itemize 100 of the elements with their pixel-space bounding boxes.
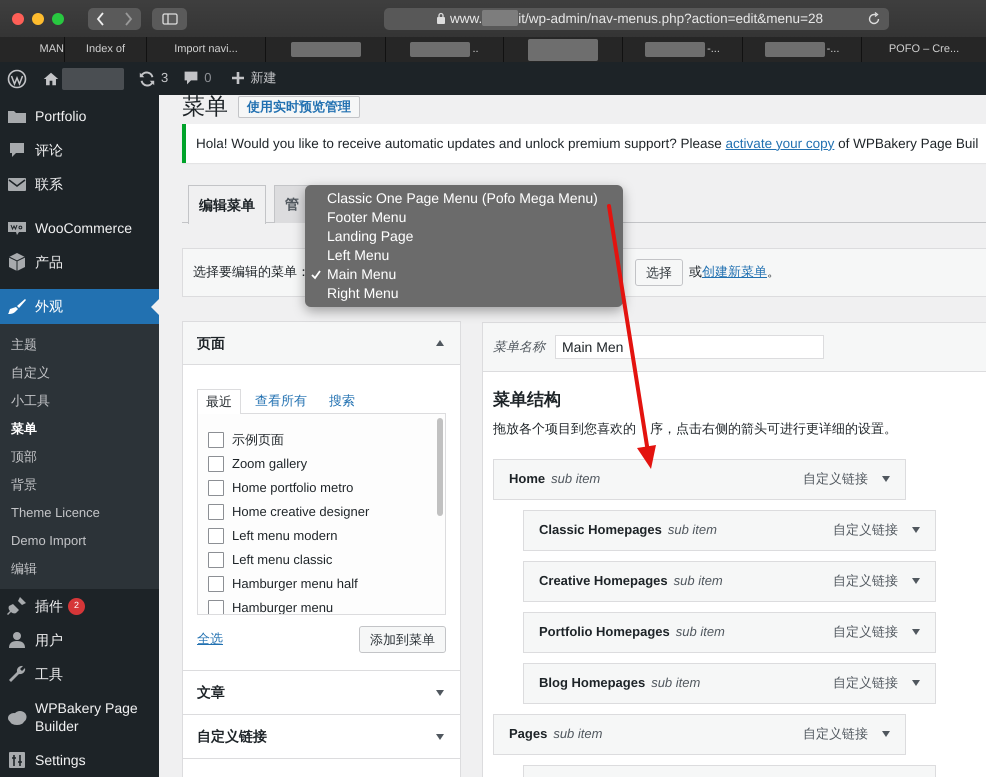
address-bar[interactable]: www. it/wp-admin/nav-menus.php?action=edit&menu=28 (384, 8, 889, 30)
lock-icon (436, 12, 446, 24)
plus-icon[interactable] (231, 71, 246, 86)
caret-icon[interactable] (912, 578, 920, 584)
dropdown-option[interactable]: Right Menu (305, 284, 623, 303)
box-icon (7, 252, 27, 272)
browser-tab[interactable]: MAN (0, 37, 64, 62)
caret-icon[interactable] (912, 527, 920, 534)
redaction-block (528, 38, 598, 60)
menu-item-card[interactable]: Home sub item 自定义链接 (493, 458, 906, 500)
tab-title: .. (472, 42, 479, 57)
menu-item-card[interactable]: Blog Homepages sub item 自定义链接 (523, 662, 936, 704)
comment-count[interactable]: 0 (204, 70, 212, 87)
tab-title: -... (826, 42, 840, 57)
tab[interactable]: 查看所有 (247, 389, 315, 413)
updates-icon[interactable] (138, 70, 156, 88)
page-label: 示例页面 (232, 432, 284, 448)
menu-item-title: Portfolio Homepages (539, 624, 670, 641)
wordpress-logo-icon[interactable] (7, 68, 27, 88)
checkbox[interactable] (208, 480, 224, 496)
checkbox[interactable] (208, 576, 224, 592)
sidebar-toggle-button[interactable] (152, 8, 187, 30)
submenu-item[interactable]: 小工具 (0, 387, 159, 415)
caret-icon[interactable] (882, 476, 890, 482)
page-label: Home creative designer (232, 504, 370, 520)
scrollbar-thumb[interactable] (437, 418, 443, 516)
dropdown-option[interactable]: Landing Page (305, 227, 623, 246)
submenu-item[interactable]: 编辑 (0, 555, 159, 583)
update-count[interactable]: 3 (161, 70, 168, 87)
submenu-item[interactable]: 自定义 (0, 359, 159, 387)
menu-item-card[interactable]: Pages sub item 自定义链接 (493, 714, 906, 755)
submenu-item[interactable]: 主题 (0, 331, 159, 359)
section-title: 菜单结构 (493, 389, 562, 411)
sidebar-item[interactable]: Settings (0, 743, 159, 777)
submenu-item[interactable]: 背景 (0, 471, 159, 499)
select-all-link[interactable]: 全选 (197, 631, 223, 648)
submenu-item[interactable]: Theme Licence (0, 499, 159, 527)
menu-item-title: Pages (509, 726, 548, 743)
new-link[interactable]: 新建 (250, 70, 276, 87)
checkbox[interactable] (208, 432, 224, 448)
panel-header[interactable]: 页面 (183, 322, 460, 365)
select-button[interactable]: 选择 (635, 259, 683, 286)
menu-item-subtitle: sub item (651, 674, 700, 692)
menu-item-card[interactable]: Portfolio Homepages sub item 自定义链接 (523, 612, 936, 653)
sidebar-item[interactable]: 用户 (0, 623, 159, 657)
sidebar-item[interactable]: 外观 (0, 289, 159, 324)
tab[interactable]: 搜索 (321, 389, 363, 413)
page-label: Left menu modern (232, 528, 338, 544)
caret-icon[interactable] (912, 680, 920, 686)
toggle-arrow-icon[interactable] (436, 734, 444, 740)
submenu-item[interactable]: 顶部 (0, 443, 159, 471)
menu-item-card[interactable]: Classic Homepages sub item 自定义链接 (523, 510, 936, 551)
panel-header[interactable]: 文章 (183, 671, 460, 714)
menu-name-field[interactable]: Main Men (555, 335, 824, 359)
redaction-block (764, 42, 825, 57)
menu-item-title: Classic Homepages (539, 522, 662, 539)
page-label: Zoom gallery (232, 456, 308, 472)
sidebar-item[interactable]: WPBakery Page Builder (0, 691, 159, 743)
sidebar-item[interactable]: 产品 (0, 245, 159, 279)
sidebar-item[interactable]: 工具 (0, 657, 159, 691)
checkbox[interactable] (208, 456, 224, 472)
url-text: it/wp-admin/nav-menus.php?action=edit&menu=28 (518, 10, 823, 28)
menu-item-card[interactable]: Creative Homepages sub item 自定义链接 (523, 560, 936, 602)
toggle-arrow-icon[interactable] (436, 340, 444, 346)
submenu-item[interactable]: Demo Import (0, 527, 159, 555)
live-preview-button[interactable]: 使用实时预览管理 (238, 96, 360, 118)
wrench-icon (7, 664, 27, 684)
panel-header[interactable]: 自定义链接 (183, 715, 460, 758)
reload-icon[interactable] (867, 12, 881, 26)
caret-icon[interactable] (912, 629, 920, 636)
sidebar-item[interactable]: WooCommerce (0, 211, 159, 245)
settings-icon (7, 750, 27, 770)
tab[interactable]: 最近 (197, 389, 241, 414)
window-control[interactable] (32, 12, 44, 24)
sidebar-item[interactable]: Portfolio (0, 99, 159, 133)
sidebar-item[interactable]: 插件 2 (0, 589, 159, 623)
window-control[interactable] (52, 12, 64, 24)
brush-icon (7, 296, 27, 316)
tab-title: Index of (86, 42, 126, 57)
instruction-text: 序，点击右侧的箭头可进行更详细的设置。 (650, 421, 897, 438)
checkbox[interactable] (208, 528, 224, 544)
caret-icon[interactable] (882, 731, 890, 738)
sidebar-item[interactable]: 联系 (0, 167, 159, 201)
window-control[interactable] (12, 12, 24, 24)
create-menu-link[interactable]: 创建新菜单 (702, 264, 767, 280)
tab-title: -... (707, 42, 720, 57)
user-icon (7, 630, 27, 650)
dropdown-option[interactable]: Left Menu (305, 246, 623, 265)
checkbox[interactable] (208, 600, 224, 614)
tab[interactable]: 编辑菜单 (188, 185, 266, 224)
activate-link[interactable]: activate your copy (726, 136, 834, 151)
tab-title: Import navi... (174, 42, 238, 57)
checkbox[interactable] (208, 552, 224, 568)
sidebar-item[interactable]: 评论 (0, 133, 159, 167)
toggle-arrow-icon[interactable] (436, 690, 444, 696)
submenu-item[interactable]: 菜单 (0, 415, 159, 443)
add-to-menu-button[interactable]: 添加到菜单 (359, 626, 446, 653)
menu-item-title: Creative Homepages (539, 572, 668, 590)
checkbox[interactable] (208, 504, 224, 520)
comment-icon[interactable] (183, 70, 200, 86)
